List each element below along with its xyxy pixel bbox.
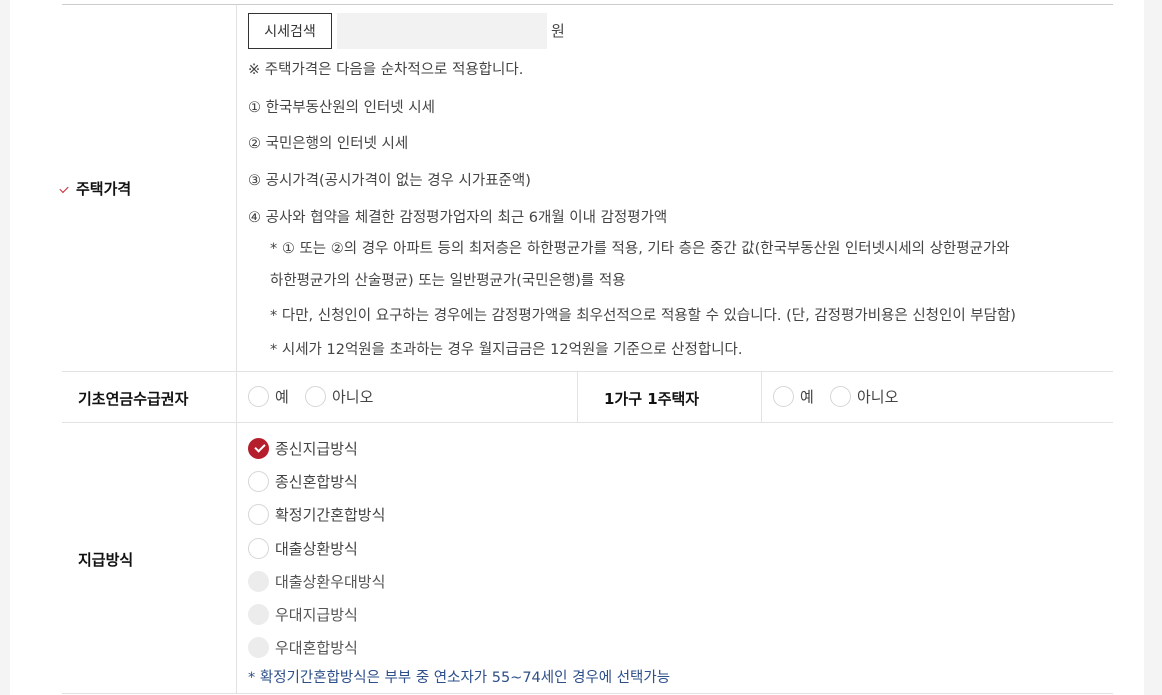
radio-label: 아니오 [857,388,899,406]
radio-disabled-circle [248,604,269,625]
payment-method-label: 지급방식 [78,551,134,569]
radio-label: 우대지급방식 [275,606,358,624]
form-panel: 주택가격 시세검색 원 ※ 주택가격은 다음을 순차적으로 적용합니다. ① 한… [10,0,1144,695]
radio-circle[interactable] [248,471,269,492]
radio-label: 종신지급방식 [275,440,358,458]
radio-circle[interactable] [248,386,269,407]
radio-circle[interactable] [773,386,794,407]
price-rule-item: ① 한국부동산원의 인터넷 시세 [248,100,435,116]
payment-option[interactable]: 종신혼합방식 [248,471,358,492]
price-rule-note: * 시세가 12억원을 초과하는 경우 월지급금은 12억원을 기준으로 산정합… [270,342,743,358]
price-search-button[interactable]: 시세검색 [248,13,332,49]
radio-label: 우대혼합방식 [275,639,358,657]
currency-unit: 원 [551,22,565,40]
one-house-label: 1가구 1주택자 [604,390,700,408]
radio-label: 대출상환우대방식 [275,573,386,591]
radio-disabled-circle [248,637,269,658]
radio-label: 확정기간혼합방식 [275,506,386,524]
radio-label: 아니오 [332,388,374,406]
radio-label: 대출상환방식 [275,540,358,558]
price-rule-note: * 다만, 신청인이 요구하는 경우에는 감정평가액을 최우선적으로 적용할 수… [270,308,1016,324]
basic-pension-yes[interactable]: 예 [248,386,289,407]
radio-circle[interactable] [305,386,326,407]
radio-checked-icon[interactable] [248,438,269,459]
row-divider [62,693,1113,694]
row-divider [62,371,1113,372]
column-divider [761,372,762,422]
price-rule-item: ③ 공시가격(공시가격이 없는 경우 시가표준액) [248,173,531,189]
price-rule-item: ② 국민은행의 인터넷 시세 [248,136,409,152]
radio-circle[interactable] [830,386,851,407]
one-house-yes[interactable]: 예 [773,386,814,407]
payment-option: 우대혼합방식 [248,637,358,658]
payment-option[interactable]: 확정기간혼합방식 [248,504,385,525]
basic-pension-label: 기초연금수급권자 [78,390,189,408]
radio-circle[interactable] [248,504,269,525]
price-rule-note: 하한평균가의 산술평균) 또는 일반평균가(국민은행)를 적용 [270,273,626,289]
radio-label: 예 [275,388,289,406]
price-intro: ※ 주택가격은 다음을 순차적으로 적용합니다. [248,62,524,78]
radio-label: 종신혼합방식 [275,473,358,491]
column-divider [577,372,578,422]
house-price-input[interactable] [337,13,547,49]
radio-label: 예 [800,388,814,406]
payment-option[interactable]: 대출상환방식 [248,538,358,559]
basic-pension-no[interactable]: 아니오 [305,386,373,407]
house-price-label-text: 주택가격 [76,180,132,198]
row-divider [62,422,1113,423]
table-top-border [62,4,1113,5]
radio-disabled-circle [248,571,269,592]
house-price-label: 주택가격 [59,178,132,199]
payment-option: 대출상환우대방식 [248,571,385,592]
required-check-icon [59,183,69,194]
price-rule-item: ④ 공사와 협약을 체결한 감정평가업자의 최근 6개월 이내 감정평가액 [248,210,668,226]
price-rule-note: * ① 또는 ②의 경우 아파트 등의 최저층은 하한평균가를 적용, 기타 층… [270,241,1010,257]
payment-option[interactable]: 종신지급방식 [248,438,358,459]
payment-option: 우대지급방식 [248,604,358,625]
one-house-no[interactable]: 아니오 [830,386,898,407]
payment-method-note: * 확정기간혼합방식은 부부 중 연소자가 55~74세인 경우에 선택가능 [248,670,671,686]
radio-circle[interactable] [248,538,269,559]
column-divider [236,5,237,693]
